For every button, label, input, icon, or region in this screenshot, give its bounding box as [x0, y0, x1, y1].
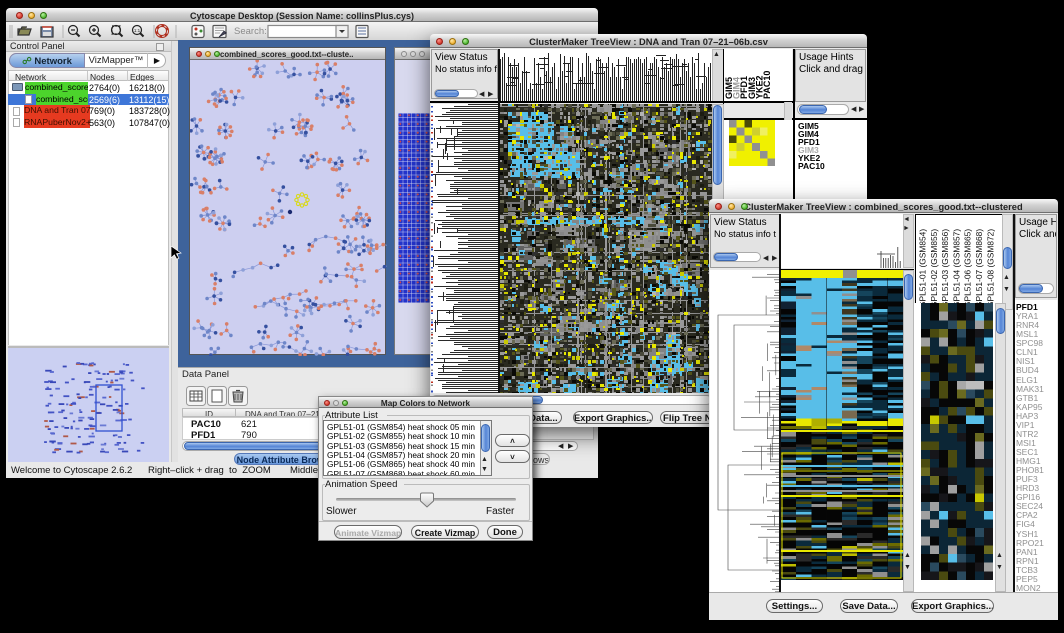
svg-text:GPL51-07 (GSM868): GPL51-07 (GSM868): [974, 229, 984, 308]
svg-text:GPL51-06 (GSM865): GPL51-06 (GSM865): [963, 229, 973, 308]
svg-text:Search:: Search:: [234, 26, 267, 37]
svg-text:GPL51-04 (GSM857): GPL51-04 (GSM857): [951, 229, 961, 308]
svg-text:GPL51-02 (GSM855): GPL51-02 (GSM855): [929, 229, 939, 308]
svg-text:GPL51-03 (GSM856): GPL51-03 (GSM856): [940, 229, 950, 308]
svg-text:PAC10: PAC10: [762, 71, 772, 99]
svg-text:1:1: 1:1: [134, 28, 141, 33]
svg-text:GPL51-01 (GSM854): GPL51-01 (GSM854): [918, 229, 928, 308]
svg-text:GPL51-08 (GSM872): GPL51-08 (GSM872): [985, 229, 995, 308]
